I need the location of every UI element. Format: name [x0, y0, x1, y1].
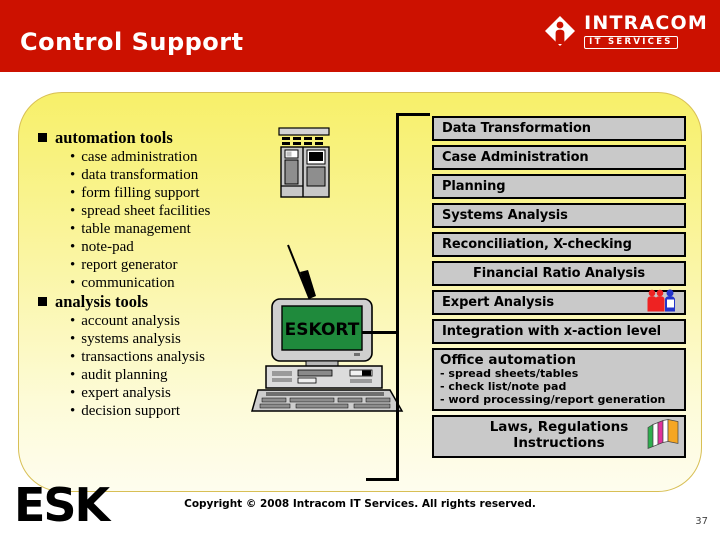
- intracom-diamond-person-icon: [543, 14, 577, 48]
- functions-box-stack: Data Transformation Case Administration Pl…: [432, 116, 686, 462]
- square-bullet-icon: [38, 297, 47, 307]
- function-box-label: Expert Analysis: [442, 295, 554, 310]
- dot-bullet-icon: •: [70, 203, 76, 220]
- list-item-label: account analysis: [81, 313, 180, 330]
- list-item: • report generator: [38, 256, 288, 274]
- list-item-label: transactions analysis: [81, 349, 205, 366]
- list-item: • communication: [38, 274, 288, 292]
- laws-box-line: Instructions: [513, 434, 605, 451]
- dot-bullet-icon: •: [70, 403, 76, 420]
- dot-bullet-icon: •: [70, 221, 76, 238]
- list-item-label: case administration: [81, 149, 198, 166]
- list-item-label: audit planning: [81, 367, 168, 384]
- function-box-label: Reconciliation, X-checking: [442, 237, 632, 252]
- logo-wordmark: INTRACOM: [584, 12, 708, 34]
- list-item: • note-pad: [38, 238, 288, 256]
- dot-bullet-icon: •: [70, 239, 76, 256]
- connector-top-stub: [396, 113, 430, 116]
- connector-middle-stub: [362, 331, 399, 334]
- list-item-label: note-pad: [81, 239, 134, 256]
- slide-header-bar: Control Support INTRACOM IT SERVICES: [0, 0, 720, 72]
- list-item-label: analysis tools: [55, 292, 149, 312]
- server-cabinet-graphic: [276, 127, 334, 204]
- list-item: • case administration: [38, 148, 288, 166]
- page-number: 37: [695, 516, 708, 527]
- function-box-label: Case Administration: [442, 150, 589, 165]
- people-icon-svg: [647, 289, 675, 311]
- intracom-logo: INTRACOM IT SERVICES: [543, 14, 708, 49]
- dot-bullet-icon: •: [70, 257, 76, 274]
- list-item-label: automation tools: [55, 128, 173, 147]
- dot-bullet-icon: •: [70, 313, 76, 330]
- function-box[interactable]: Data Transformation: [432, 116, 686, 141]
- list-item-label: expert analysis: [81, 385, 171, 402]
- office-automation-title: Office automation: [440, 352, 576, 368]
- dot-bullet-icon: •: [70, 167, 76, 184]
- function-box[interactable]: Systems Analysis: [432, 203, 686, 228]
- list-item-label: communication: [81, 275, 175, 292]
- dot-bullet-icon: •: [70, 349, 76, 366]
- dot-bullet-icon: •: [70, 185, 76, 202]
- list-item-label: table management: [81, 221, 191, 238]
- laws-regulations-box[interactable]: Laws, Regulations Instructions: [432, 414, 686, 458]
- function-box[interactable]: Financial Ratio Analysis: [432, 261, 686, 286]
- people-icon: [646, 288, 680, 317]
- function-box[interactable]: Planning: [432, 174, 686, 199]
- function-box[interactable]: Case Administration: [432, 145, 686, 170]
- function-box[interactable]: Integration with x-action level: [432, 319, 686, 344]
- dot-bullet-icon: •: [70, 367, 76, 384]
- office-automation-line: - spread sheets/tables: [440, 366, 579, 380]
- function-box-label: Data Transformation: [442, 121, 591, 136]
- function-box-label: Financial Ratio Analysis: [473, 266, 645, 281]
- function-box[interactable]: Expert Analysis: [432, 288, 686, 317]
- function-box-label: Planning: [442, 179, 506, 194]
- copyright-text: Copyright © 2008 Intracom IT Services. A…: [184, 498, 536, 510]
- list-item: • table management: [38, 220, 288, 238]
- eskort-wordmark: ESK: [14, 482, 110, 532]
- list-group-heading: automation tools: [38, 128, 288, 148]
- connector-vertical-trunk: [396, 113, 399, 481]
- list-item-label: data transformation: [81, 167, 199, 184]
- page-title: Control Support: [20, 28, 244, 56]
- laws-box-line: Laws, Regulations: [489, 418, 629, 435]
- square-bullet-icon: [38, 133, 47, 142]
- function-box[interactable]: Reconciliation, X-checking: [432, 232, 686, 257]
- office-automation-line: - check list/note pad: [440, 379, 567, 393]
- desktop-computer-graphic: ESKORT: [250, 297, 410, 422]
- list-item-label: decision support: [81, 403, 181, 420]
- computer-screen-label: ESKORT: [285, 320, 360, 340]
- logo-subtitle: IT SERVICES: [584, 36, 678, 49]
- list-item: • data transformation: [38, 166, 288, 184]
- books-icon-svg: [647, 419, 679, 450]
- list-item-label: spread sheet facilities: [81, 203, 211, 220]
- dot-bullet-icon: •: [70, 275, 76, 292]
- office-automation-line: - word processing/report generation: [440, 392, 666, 406]
- dot-bullet-icon: •: [70, 149, 76, 166]
- dot-bullet-icon: •: [70, 385, 76, 402]
- books-icon: [646, 418, 680, 455]
- list-item-label: systems analysis: [81, 331, 181, 348]
- list-item: • spread sheet facilities: [38, 202, 288, 220]
- dot-bullet-icon: •: [70, 331, 76, 348]
- function-box-label: Systems Analysis: [442, 208, 568, 223]
- office-automation-box[interactable]: Office automation - spread sheets/tables -…: [432, 348, 686, 411]
- list-item: • form filling support: [38, 184, 288, 202]
- list-item-label: form filling support: [81, 185, 200, 202]
- connector-bottom-stub: [366, 478, 399, 481]
- function-box-label: Integration with x-action level: [442, 324, 662, 339]
- list-item-label: report generator: [81, 257, 178, 274]
